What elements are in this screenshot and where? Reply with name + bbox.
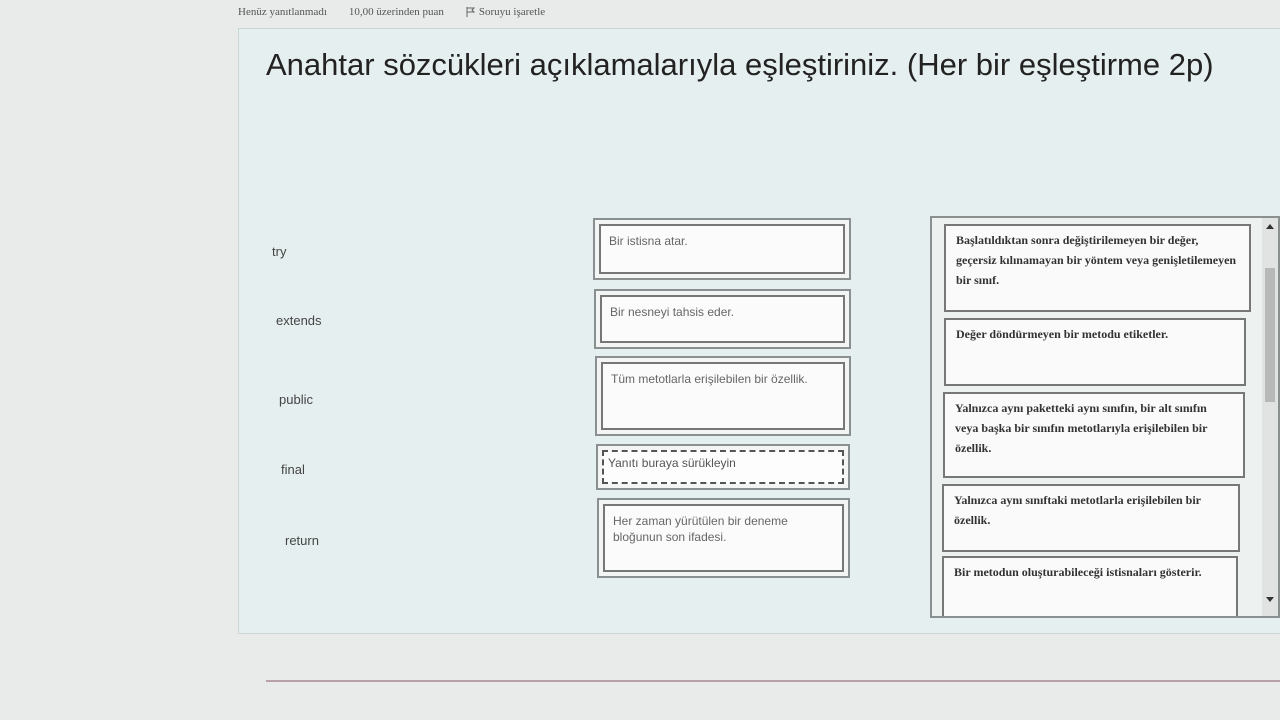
answer-slot-return[interactable]: Her zaman yürütülen bir deneme bloğunun … (597, 498, 850, 578)
bank-item[interactable]: Başlatıldıktan sonra değiştirilemeyen bi… (944, 224, 1251, 312)
bank-item[interactable]: Değer döndürmeyen bir metodu etiketler. (944, 318, 1246, 386)
scroll-thumb[interactable] (1265, 268, 1275, 402)
answer-chip[interactable]: Bir istisna atar. (599, 224, 845, 274)
bank-item[interactable]: Bir metodun oluşturabileceği istisnaları… (942, 556, 1238, 616)
scroll-down-icon[interactable] (1266, 597, 1274, 602)
flag-question-link[interactable]: Soruyu işaretle (466, 6, 545, 18)
answer-slot-try[interactable]: Bir istisna atar. (593, 218, 851, 280)
question-status: Henüz yanıtlanmadı (238, 6, 327, 18)
answer-chip[interactable]: Tüm metotlarla erişilebilen bir özellik. (601, 362, 845, 430)
drop-zone[interactable]: Yanıtı buraya sürükleyin (602, 450, 844, 484)
scroll-up-icon[interactable] (1266, 224, 1274, 229)
keyword-return: return (285, 533, 319, 548)
answer-slot-public[interactable]: Tüm metotlarla erişilebilen bir özellik. (595, 356, 851, 436)
flag-question-label[interactable]: Soruyu işaretle (479, 6, 545, 18)
keyword-try: try (272, 244, 287, 259)
divider (266, 680, 1280, 682)
bank-item[interactable]: Yalnızca aynı paketteki aynı sınıfın, bi… (943, 392, 1245, 478)
bank-scrollbar[interactable] (1262, 218, 1278, 616)
bank-item[interactable]: Yalnızca aynı sınıftaki metotlarla erişi… (942, 484, 1240, 552)
answer-bank[interactable]: Başlatıldıktan sonra değiştirilemeyen bi… (930, 216, 1280, 618)
answer-slot-extends[interactable]: Bir nesneyi tahsis eder. (594, 289, 851, 349)
answer-chip[interactable]: Bir nesneyi tahsis eder. (600, 295, 845, 343)
keyword-extends: extends (276, 313, 322, 328)
flag-icon (466, 7, 475, 17)
question-points: 10,00 üzerinden puan (348, 6, 444, 18)
answer-slot-final[interactable]: Yanıtı buraya sürükleyin (596, 444, 850, 490)
keyword-final: final (281, 462, 305, 477)
answer-chip[interactable]: Her zaman yürütülen bir deneme bloğunun … (603, 504, 844, 572)
keyword-public: public (279, 392, 313, 407)
question-info: Henüz yanıtlanmadı 10,00 üzerinden puan … (238, 6, 545, 18)
question-text: Anahtar sözcükleri açıklamalarıyla eşleş… (266, 47, 1214, 82)
